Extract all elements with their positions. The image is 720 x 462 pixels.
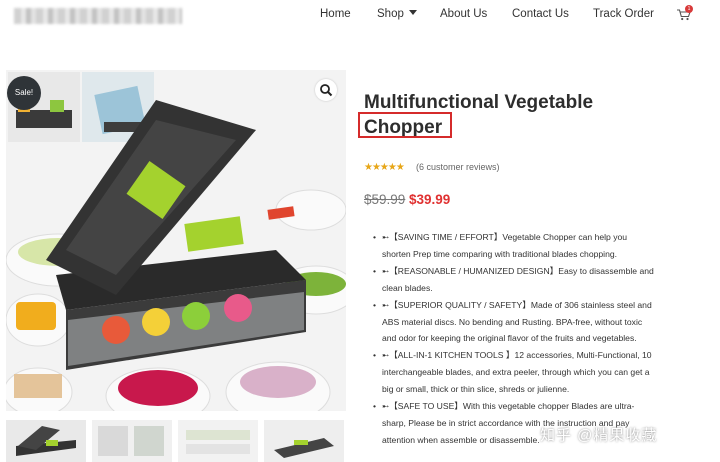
feature-line: interchangeable blades, and extra peeler… <box>382 367 650 378</box>
customer-reviews-link[interactable]: (6 customer reviews) <box>416 162 500 172</box>
site-logo[interactable] <box>14 8 182 24</box>
thumbnail-3[interactable] <box>178 420 258 462</box>
product-title-line-1: Multifunctional Vegetable <box>364 92 594 113</box>
feature-line: and odor for keeping the original flavor… <box>382 333 637 344</box>
watermark: 知乎 @精果收藏 <box>540 427 658 444</box>
feature-line: ➸【SUPERIOR QUALITY / SAFETY】Made of 306 … <box>373 297 673 314</box>
magnifier-icon <box>320 84 333 97</box>
feature-line: ➸【SAFE TO USE】With this vegetable choppe… <box>373 398 673 415</box>
nav-about-us[interactable]: About Us <box>440 8 487 20</box>
feature-line: shorten Prep time comparing with traditi… <box>382 248 618 259</box>
nav-shop-label: Shop <box>377 8 404 20</box>
product-features: ➸【SAVING TIME / EFFORT】Vegetable Chopper… <box>373 229 673 449</box>
sale-badge: Sale! <box>7 76 41 110</box>
highlight-box <box>358 112 452 138</box>
thumbnail-image <box>6 420 86 462</box>
nav-track-order[interactable]: Track Order <box>593 8 654 20</box>
feature-line: ➸【ALL-IN-1 KITCHEN TOOLS 】12 accessories… <box>373 347 673 364</box>
thumbnail-4[interactable] <box>264 420 344 462</box>
feature-line: clean blades. <box>382 282 433 293</box>
feature-line: ➸【SAVING TIME / EFFORT】Vegetable Chopper… <box>373 229 673 246</box>
thumbnail-image <box>92 420 172 462</box>
product-main-image[interactable] <box>6 70 346 411</box>
thumbnail-2[interactable] <box>92 420 172 462</box>
feature-line: big or small, thick or thin slice, shred… <box>382 384 570 395</box>
zoom-button[interactable] <box>315 79 337 101</box>
chevron-down-icon <box>408 10 417 15</box>
nav-shop[interactable]: Shop <box>377 8 417 20</box>
star-rating: ★★★★★ <box>364 162 405 173</box>
feature-line: ➸【REASONABLE / HUMANIZED DESIGN】Easy to … <box>373 263 673 280</box>
original-price: $59.99 <box>364 192 406 207</box>
feature-line: ABS material discs. No bending and Rusti… <box>382 316 643 327</box>
vegetable-chopper-photo <box>6 70 346 411</box>
nav-home[interactable]: Home <box>320 8 351 20</box>
sale-price: $39.99 <box>409 192 451 207</box>
thumbnail-strip <box>6 420 346 462</box>
thumbnail-1[interactable] <box>6 420 86 462</box>
nav-contact-us[interactable]: Contact Us <box>512 8 569 20</box>
thumbnail-image <box>178 420 258 462</box>
cart-count-badge: 1 <box>685 5 693 13</box>
thumbnail-image <box>264 420 344 462</box>
